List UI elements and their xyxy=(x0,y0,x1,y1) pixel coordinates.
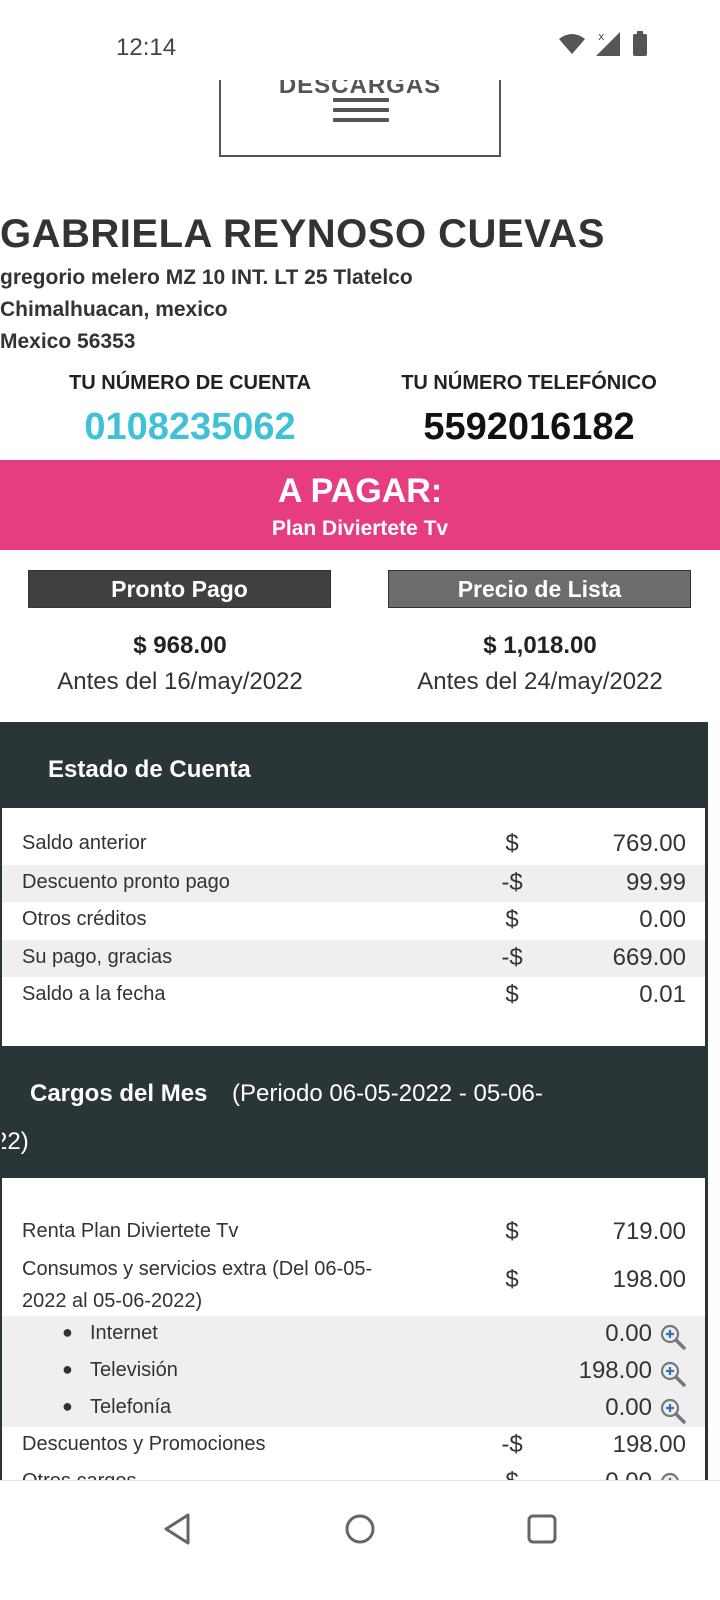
table-row: Consumos y servicios extra (Del 06-05- 2… xyxy=(2,1252,705,1318)
downloads-menu[interactable]: DESCARGAS xyxy=(219,80,501,157)
pronto-pago-amount: $ 968.00 xyxy=(133,632,227,659)
pronto-pago-due-date: Antes del 16/may/2022 xyxy=(57,668,303,695)
precio-lista-button[interactable]: Precio de Lista xyxy=(388,570,691,608)
precio-lista-amount: $ 1,018.00 xyxy=(483,632,597,659)
row-label: Saldo a la fecha xyxy=(22,983,166,1005)
row-label: Su pago, gracias xyxy=(22,946,173,968)
row-currency: $ xyxy=(505,1266,519,1293)
row-amount: 719.00 xyxy=(612,1218,686,1245)
payment-plan: Plan Diviertete Tv xyxy=(271,517,449,540)
table-row: Saldo anterior $ 769.00 xyxy=(2,826,705,863)
phone-number: 5592016182 xyxy=(423,406,635,448)
sub-row-label: Televisión xyxy=(90,1359,178,1381)
row-amount: 669.00 xyxy=(612,944,686,971)
home-icon[interactable] xyxy=(340,1509,380,1549)
cargos-mes-period-cont: 22) xyxy=(2,1128,29,1155)
row-amount: 198.00 xyxy=(612,1266,686,1293)
sub-row-amount: 0.00 xyxy=(605,1394,652,1421)
table-row: Descuentos y Promociones -$ 198.00 xyxy=(2,1427,705,1464)
zoom-icon[interactable] xyxy=(660,1361,686,1387)
bullet: ● xyxy=(62,1396,73,1416)
row-currency: $ xyxy=(505,1218,519,1245)
address-line-3: Mexico 56353 xyxy=(0,330,136,353)
sub-row-internet: ● Internet 0.00 xyxy=(2,1316,705,1353)
estado-cuenta-title: Estado de Cuenta xyxy=(48,756,251,783)
row-currency: $ xyxy=(505,981,519,1008)
payment-title: A PAGAR: xyxy=(277,472,443,510)
pronto-pago-button[interactable]: Pronto Pago xyxy=(28,570,331,608)
payment-banner: A PAGAR: Plan Diviertete Tv xyxy=(0,460,720,550)
account-number-label: TU NÚMERO DE CUENTA xyxy=(69,372,311,394)
downloads-label: DESCARGAS xyxy=(278,80,442,99)
row-amount: 198.00 xyxy=(612,1431,686,1458)
row-label: Descuentos y Promociones xyxy=(22,1433,266,1455)
hamburger-icon[interactable] xyxy=(333,98,389,128)
row-currency: $ xyxy=(505,830,519,857)
row-amount: 769.00 xyxy=(612,830,686,857)
customer-name: GABRIELA REYNOSO CUEVAS xyxy=(0,212,605,256)
row-label: Otros créditos xyxy=(22,908,147,930)
signal-icon: x xyxy=(596,30,620,56)
row-amount: 99.99 xyxy=(625,869,686,896)
zoom-icon[interactable] xyxy=(660,1324,686,1350)
sub-row-label: Telefonía xyxy=(90,1396,172,1418)
account-number: 0108235062 xyxy=(84,406,296,448)
row-amount: 0.01 xyxy=(639,981,686,1008)
recents-icon[interactable] xyxy=(522,1509,562,1549)
table-row: Su pago, gracias -$ 669.00 xyxy=(2,940,705,977)
cargos-mes-title: Cargos del Mes xyxy=(30,1080,208,1107)
status-bar: 12:14 x xyxy=(0,0,720,80)
bullet: ● xyxy=(62,1322,73,1342)
address-line-2: Chimalhuacan, mexico xyxy=(0,298,228,321)
row-label: Descuento pronto pago xyxy=(22,871,230,893)
row-amount: 0.00 xyxy=(639,906,686,933)
bullet: ● xyxy=(62,1359,73,1379)
zoom-icon[interactable] xyxy=(660,1398,686,1424)
row-label: Consumos y servicios extra (Del 06-05- xyxy=(22,1258,373,1280)
row-label-cont: 2022 al 05-06-2022) xyxy=(22,1290,203,1312)
sub-row-label: Internet xyxy=(90,1322,158,1344)
table-row: Descuento pronto pago -$ 99.99 xyxy=(2,865,705,902)
row-currency: $ xyxy=(505,906,519,933)
phone-number-label: TU NÚMERO TELEFÓNICO xyxy=(401,372,657,394)
battery-icon xyxy=(633,31,647,56)
cargos-mes-period: (Periodo 06-05-2022 - 05-06- xyxy=(232,1080,543,1107)
navigation-bar xyxy=(0,1480,720,1600)
sub-row-amount: 198.00 xyxy=(578,1357,652,1384)
wifi-icon xyxy=(559,34,585,54)
sub-row-television: ● Televisión 198.00 xyxy=(2,1353,705,1390)
address-line-1: gregorio melero MZ 10 INT. LT 25 Tlatelc… xyxy=(0,266,413,289)
row-currency: -$ xyxy=(501,944,523,971)
estado-cuenta-header: Estado de Cuenta xyxy=(2,724,705,808)
table-row: Saldo a la fecha $ 0.01 xyxy=(2,977,705,1014)
status-time: 12:14 xyxy=(116,34,177,61)
status-icons: x xyxy=(558,30,648,58)
table-row: Renta Plan Diviertete Tv $ 719.00 xyxy=(2,1214,705,1251)
cargos-mes-header: Cargos del Mes (Periodo 06-05-2022 - 05-… xyxy=(2,1046,705,1178)
sub-row-telefonia: ● Telefonía 0.00 xyxy=(2,1390,705,1427)
bill-content: DESCARGAS GABRIELA REYNOSO CUEVAS gregor… xyxy=(0,80,720,1508)
table-row: Otros créditos $ 0.00 xyxy=(2,902,705,939)
back-icon[interactable] xyxy=(158,1509,198,1549)
row-currency: -$ xyxy=(501,869,523,896)
sub-row-amount: 0.00 xyxy=(605,1320,652,1347)
row-label: Saldo anterior xyxy=(22,832,147,854)
row-label: Renta Plan Diviertete Tv xyxy=(22,1220,239,1242)
precio-lista-due-date: Antes del 24/may/2022 xyxy=(417,668,663,695)
statement-panel: Estado de Cuenta Saldo anterior $ 769.00… xyxy=(0,722,708,1508)
row-currency: -$ xyxy=(501,1431,523,1458)
svg-text:x: x xyxy=(598,30,605,43)
